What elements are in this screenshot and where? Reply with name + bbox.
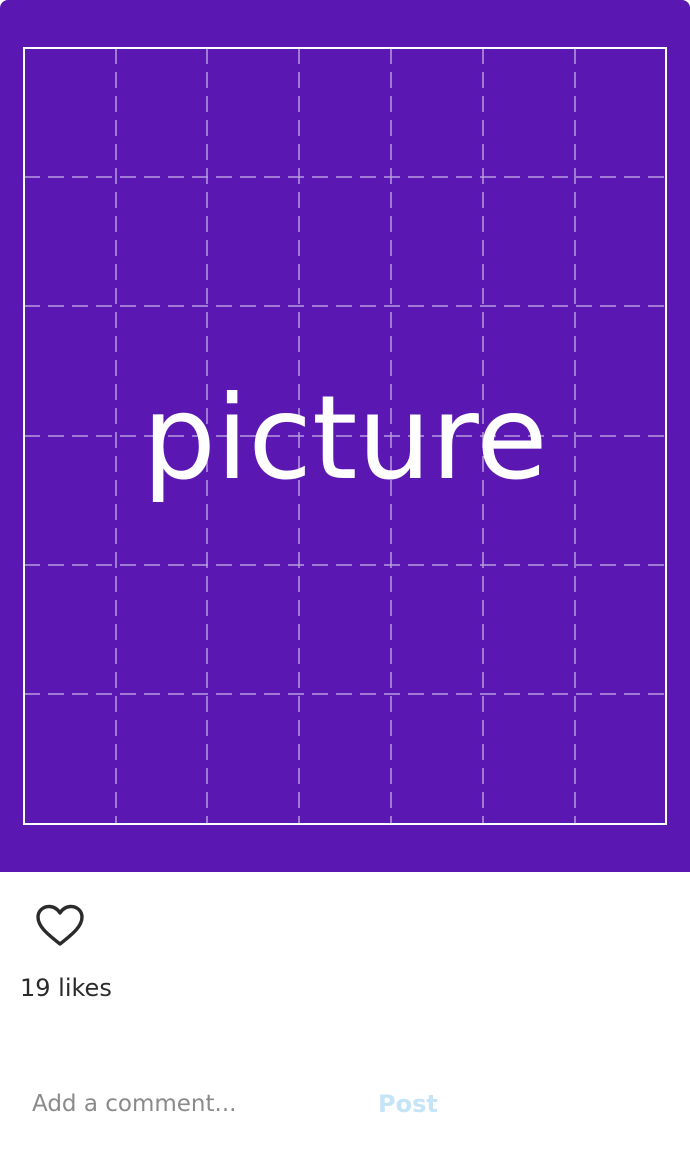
post-card: picture 19 likes Post [0,0,690,1172]
image-placeholder-graphic: picture [0,0,690,872]
image-placeholder-label: picture [142,371,547,506]
likes-count: 19 likes [20,974,112,1002]
add-comment-form: Post [0,1080,690,1128]
comment-input[interactable] [20,1084,360,1124]
post-image: picture [0,0,690,872]
like-button[interactable] [34,902,86,950]
heart-outline-icon [36,904,84,946]
post-comment-button[interactable]: Post [368,1084,448,1124]
